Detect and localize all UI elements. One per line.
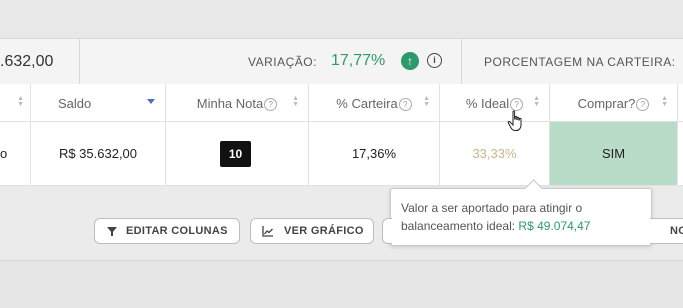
sort-icon[interactable]: ▲ ▼ <box>533 95 540 108</box>
column-header-partial <box>678 84 683 122</box>
column-header-saldo[interactable]: Saldo <box>31 84 166 122</box>
carteira-cell: 17,36% <box>309 122 440 186</box>
view-chart-label: VER GRÁFICO <box>284 225 364 237</box>
column-header-label: Comprar?? <box>550 96 677 111</box>
stats-bar: .632,00 VARIAÇÃO: 17,77% ↑ i PORCENTAGEM… <box>0 38 683 86</box>
view-chart-button[interactable]: VER GRÁFICO <box>250 218 374 244</box>
carteira-value: 17,36% <box>351 146 397 161</box>
help-icon: ? <box>398 98 412 111</box>
help-icon: ? <box>636 98 650 111</box>
divider <box>461 39 462 85</box>
column-header-label: Minha Nota? <box>166 96 308 111</box>
nota-cell: 10 <box>166 122 309 186</box>
ideal-value: 33,33% <box>472 146 517 161</box>
divider <box>79 39 80 85</box>
help-icon: ? <box>264 98 278 111</box>
info-icon[interactable]: i <box>427 53 442 68</box>
note-badge[interactable]: 10 <box>220 141 251 167</box>
bottom-band <box>0 261 683 308</box>
tooltip-text: balanceamento ideal: R$ 49.074,47 <box>401 219 591 233</box>
sort-icon[interactable]: ▲ ▼ <box>661 95 668 108</box>
column-header-comprar[interactable]: Comprar?? ▲ ▼ <box>550 84 678 122</box>
ideal-cell[interactable]: 33,33% <box>440 122 550 186</box>
saldo-value: R$ 35.632,00 <box>58 146 138 161</box>
partial-button[interactable]: NO <box>650 218 683 244</box>
tooltip-value: R$ 49.074,47 <box>518 219 591 233</box>
assets-table: ▲ ▼ Saldo Minha Nota? ▲ ▼ % Carteira? ▲ ▼ %… <box>0 84 683 186</box>
sort-icon[interactable]: ▲ ▼ <box>17 95 24 108</box>
variation-label: VARIAÇÃO: <box>248 55 317 69</box>
tooltip-text: Valor a ser aportado para atingir o <box>401 201 583 215</box>
column-header-label: % Carteira? <box>309 96 439 111</box>
comprar-cell[interactable]: SIM <box>550 122 678 186</box>
sort-icon[interactable]: ▲ ▼ <box>423 95 430 108</box>
column-header-ideal[interactable]: % Ideal? ▲ ▼ <box>440 84 550 122</box>
balance-value: .632,00 <box>0 53 54 70</box>
comprar-value: SIM <box>601 146 626 161</box>
line-chart-icon <box>262 226 273 237</box>
column-header-minha-nota[interactable]: Minha Nota? ▲ ▼ <box>166 84 309 122</box>
table-cell <box>678 122 683 186</box>
portfolio-percentage-label: PORCENTAGEM NA CARTEIRA: <box>484 55 676 69</box>
saldo-cell: R$ 35.632,00 <box>31 122 166 186</box>
column-header-partial[interactable]: ▲ ▼ <box>0 84 31 122</box>
arrow-up-icon: ↑ <box>401 52 419 70</box>
hand-cursor-icon <box>507 110 522 131</box>
edit-columns-label: EDITAR COLUNAS <box>126 225 228 237</box>
variation-value: 17,77% <box>331 52 386 69</box>
filter-arrow-icon[interactable] <box>147 99 155 104</box>
partial-button[interactable] <box>382 218 392 244</box>
column-header-carteira[interactable]: % Carteira? ▲ ▼ <box>309 84 440 122</box>
sort-icon[interactable]: ▲ ▼ <box>292 95 299 108</box>
table-cell: o <box>0 122 31 186</box>
tooltip: Valor a ser aportado para atingir o bala… <box>390 179 652 246</box>
edit-columns-button[interactable]: EDITAR COLUNAS <box>94 218 240 244</box>
top-band <box>0 0 683 38</box>
